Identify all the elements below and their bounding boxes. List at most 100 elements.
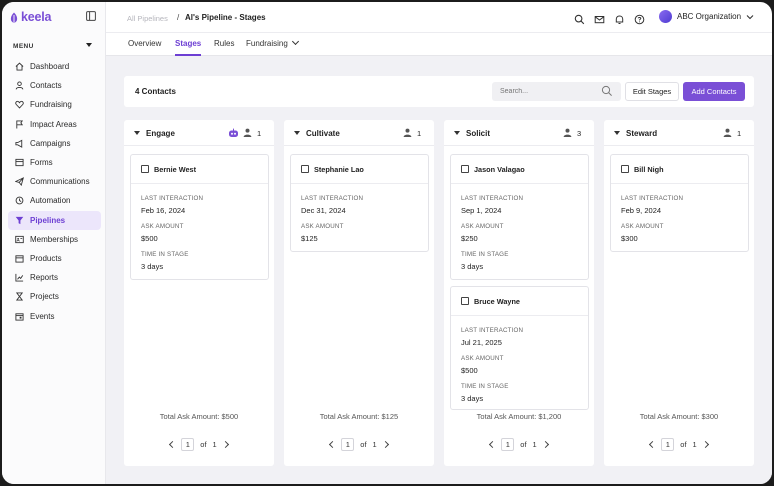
heart-icon — [15, 101, 24, 110]
time-in-stage-label: TIME IN STAGE — [461, 383, 509, 390]
sidebar-item-automation[interactable]: Automation — [8, 191, 101, 210]
chart-icon — [15, 274, 24, 282]
sidebar-item-communications[interactable]: Communications — [8, 172, 101, 191]
sidebar-collapse-icon[interactable] — [86, 11, 96, 21]
stage-header: Solicit 3 — [444, 120, 594, 146]
sidebar-item-memberships[interactable]: Memberships — [8, 230, 101, 249]
logo[interactable]: keela — [10, 10, 51, 24]
sidebar-item-label: Automation — [30, 196, 71, 206]
next-page-icon[interactable] — [381, 440, 389, 449]
sidebar-item-events[interactable]: Events — [8, 306, 101, 325]
contact-name[interactable]: Bruce Wayne — [474, 297, 520, 306]
app-window: keela MENU Dashboard Contacts Fundraisin… — [2, 2, 772, 484]
collapse-caret-icon[interactable] — [454, 131, 460, 135]
mail-icon[interactable] — [594, 12, 605, 24]
pagination: 1 of 1 — [284, 438, 434, 451]
contact-name[interactable]: Jason Valagao — [474, 165, 525, 174]
page-input[interactable]: 1 — [341, 438, 355, 451]
contact-name[interactable]: Bill Nigh — [634, 165, 664, 174]
org-switcher[interactable]: ABC Organization — [659, 10, 754, 23]
tab-fundraising[interactable]: Fundraising — [246, 37, 299, 56]
home-icon — [15, 62, 24, 71]
contact-card[interactable]: Bernie West LAST INTERACTION Feb 16, 202… — [130, 154, 269, 280]
tab-overview[interactable]: Overview — [128, 39, 161, 56]
page-input[interactable]: 1 — [181, 438, 195, 451]
collapse-caret-icon[interactable] — [614, 131, 620, 135]
total-ask-amount: Total Ask Amount: $300 — [639, 412, 719, 421]
stage-column-engage: Engage 1 Bernie West LAST INTERACTION Fe… — [124, 120, 274, 466]
sidebar-item-contacts[interactable]: Contacts — [8, 76, 101, 95]
robot-icon[interactable] — [228, 128, 239, 138]
tab-stages[interactable]: Stages — [175, 39, 202, 56]
tab-fundraising-label: Fundraising — [246, 39, 288, 48]
page-input[interactable]: 1 — [501, 438, 515, 451]
prev-page-icon[interactable] — [489, 440, 497, 449]
top-icons — [574, 12, 645, 25]
contact-card[interactable]: Bill Nigh LAST INTERACTION Feb 9, 2024 A… — [610, 154, 749, 252]
sidebar-item-forms[interactable]: Forms — [8, 153, 101, 172]
menu-collapse-icon[interactable] — [86, 43, 92, 47]
toolbar: 4 Contacts Edit Stages Add Contacts — [124, 76, 754, 107]
page-of-label: of — [680, 440, 687, 449]
search-icon[interactable] — [601, 85, 613, 97]
megaphone-icon — [15, 139, 23, 148]
keela-logo-icon — [10, 12, 18, 23]
select-checkbox[interactable] — [461, 297, 469, 305]
sidebar-item-products[interactable]: Products — [8, 249, 101, 268]
page-total: 1 — [692, 440, 697, 449]
collapse-caret-icon[interactable] — [294, 131, 300, 135]
send-icon — [15, 177, 24, 187]
sidebar-item-impact-areas[interactable]: Impact Areas — [8, 115, 101, 134]
page-of-label: of — [200, 440, 207, 449]
sidebar-item-label: Campaigns — [30, 138, 71, 148]
tab-rules[interactable]: Rules — [214, 39, 234, 56]
next-page-icon[interactable] — [541, 440, 549, 449]
bell-icon[interactable] — [614, 12, 625, 24]
next-page-icon[interactable] — [701, 440, 709, 449]
breadcrumb-all-pipelines[interactable]: All Pipelines — [127, 14, 168, 23]
select-checkbox[interactable] — [461, 165, 469, 173]
time-in-stage-label: TIME IN STAGE — [141, 251, 189, 258]
page-of-label: of — [520, 440, 527, 449]
sidebar-item-label: Communications — [30, 177, 90, 187]
card-header: Stephanie Lao — [291, 155, 428, 184]
contact-card[interactable]: Stephanie Lao LAST INTERACTION Dec 31, 2… — [290, 154, 429, 252]
page-total: 1 — [532, 440, 537, 449]
collapse-caret-icon[interactable] — [134, 131, 140, 135]
sidebar-item-reports[interactable]: Reports — [8, 268, 101, 287]
page-input[interactable]: 1 — [661, 438, 675, 451]
stage-count: 3 — [577, 129, 582, 138]
page-total: 1 — [212, 440, 217, 449]
prev-page-icon[interactable] — [329, 440, 337, 449]
add-contacts-button[interactable]: Add Contacts — [683, 82, 745, 101]
sidebar-item-projects[interactable]: Projects — [8, 287, 101, 306]
person-icon — [723, 128, 732, 137]
prev-page-icon[interactable] — [649, 440, 657, 449]
last-interaction-label: LAST INTERACTION — [621, 195, 684, 202]
contact-card[interactable]: Bruce Wayne LAST INTERACTION Jul 21, 202… — [450, 286, 589, 410]
contact-name[interactable]: Bernie West — [154, 165, 196, 174]
sidebar-item-campaigns[interactable]: Campaigns — [8, 134, 101, 153]
prev-page-icon[interactable] — [169, 440, 177, 449]
flag-icon — [16, 120, 24, 129]
select-checkbox[interactable] — [621, 165, 629, 173]
org-avatar — [659, 10, 672, 23]
sidebar-item-fundraising[interactable]: Fundraising — [8, 95, 101, 114]
filter-icon — [15, 216, 24, 224]
select-checkbox[interactable] — [301, 165, 309, 173]
help-icon[interactable] — [634, 12, 645, 25]
sidebar-item-label: Events — [30, 311, 55, 321]
edit-stages-button[interactable]: Edit Stages — [625, 82, 679, 101]
contact-name[interactable]: Stephanie Lao — [314, 165, 364, 174]
sidebar-item-dashboard[interactable]: Dashboard — [8, 57, 101, 76]
hourglass-icon — [15, 292, 24, 301]
search-icon[interactable] — [574, 12, 585, 25]
select-checkbox[interactable] — [141, 165, 149, 173]
sidebar-item-pipelines[interactable]: Pipelines — [8, 210, 101, 230]
contact-card[interactable]: Jason Valagao LAST INTERACTION Sep 1, 20… — [450, 154, 589, 280]
box-icon — [15, 255, 24, 263]
last-interaction-label: LAST INTERACTION — [461, 327, 524, 334]
time-in-stage-value: 3 days — [461, 262, 484, 271]
ask-amount-label: ASK AMOUNT — [461, 223, 504, 230]
next-page-icon[interactable] — [221, 440, 229, 449]
